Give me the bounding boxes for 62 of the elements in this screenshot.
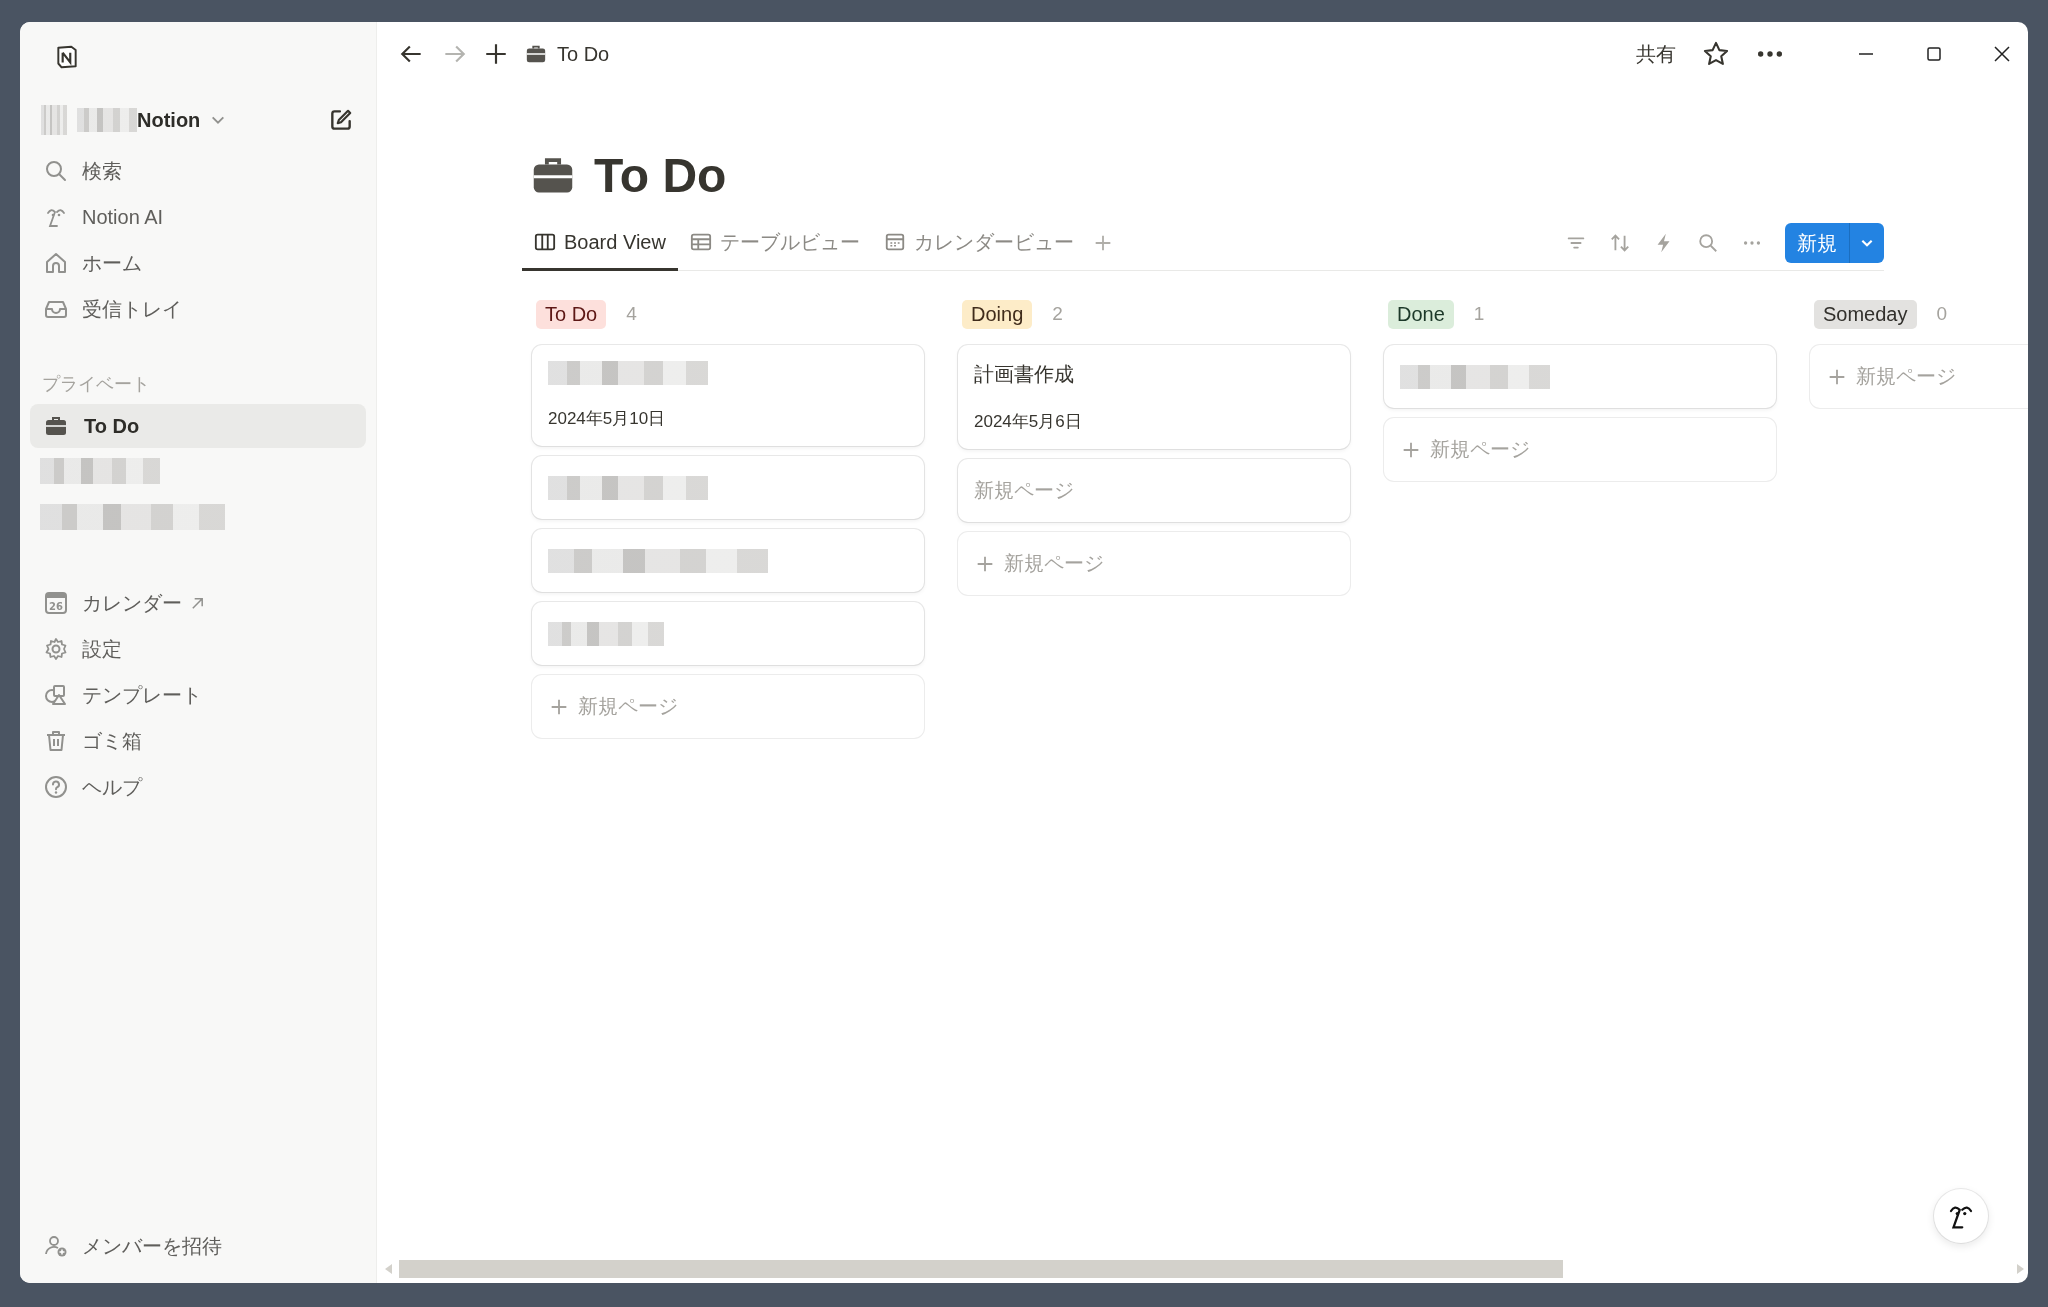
workspace-avatar	[41, 105, 67, 135]
sidebar-item[interactable]: 検索	[30, 148, 366, 194]
sidebar-item[interactable]: 26 カレンダー	[30, 580, 366, 626]
briefcase-icon	[44, 414, 68, 438]
board-card[interactable]: 2024年5月10日	[532, 345, 924, 446]
status-tag: Someday	[1814, 299, 1917, 329]
view-tab[interactable]: Board View	[522, 216, 678, 271]
search-icon	[44, 159, 68, 183]
card-title: 新規ページ	[974, 478, 1075, 503]
status-tag: Done	[1388, 299, 1454, 329]
board-card[interactable]: 計画書作成 2024年5月6日	[958, 345, 1350, 449]
sidebar-item[interactable]: 受信トレイ	[30, 286, 366, 332]
home-icon	[44, 251, 68, 275]
sidebar-item[interactable]: Notion AI	[30, 194, 366, 240]
ai-assistant-button[interactable]	[1934, 1189, 1988, 1243]
scroll-right-icon[interactable]	[2016, 1264, 2024, 1274]
board-card[interactable]	[532, 456, 924, 519]
star-icon[interactable]	[1702, 40, 1730, 68]
board-card[interactable]	[532, 529, 924, 592]
card-count: 2	[1052, 303, 1063, 325]
pixelated-text	[77, 108, 137, 132]
calendar-icon: 26	[44, 591, 68, 615]
gear-icon	[44, 637, 68, 661]
status-tag: Doing	[962, 299, 1033, 329]
help-icon	[44, 775, 68, 799]
board-card[interactable]	[532, 602, 924, 665]
briefcase-icon	[525, 43, 547, 65]
new-dropdown-button[interactable]	[1849, 223, 1884, 263]
sort-icon[interactable]	[1609, 232, 1631, 254]
workspace-name[interactable]: Notion	[137, 108, 201, 132]
invite-members-button[interactable]: メンバーを招待	[30, 1223, 366, 1269]
shapes-icon	[44, 683, 68, 707]
status-tag: To Do	[536, 299, 607, 329]
trash-icon	[44, 729, 68, 753]
sidebar-item[interactable]: 設定	[30, 626, 366, 672]
sidebar-item[interactable]: ホーム	[30, 240, 366, 286]
view-tab[interactable]: カレンダービュー	[871, 216, 1086, 271]
board-card[interactable]	[1384, 345, 1776, 408]
sidebar-item[interactable]: テンプレート	[30, 672, 366, 718]
page-title: To Do	[594, 147, 727, 203]
card-date: 2024年5月10日	[548, 408, 667, 430]
share-button[interactable]: 共有	[1636, 40, 1676, 68]
new-button[interactable]: 新規	[1785, 223, 1849, 263]
notion-logo-icon[interactable]	[54, 44, 80, 70]
breadcrumb[interactable]: To Do	[557, 42, 610, 66]
scroll-left-icon[interactable]	[385, 1264, 393, 1274]
plus-icon[interactable]	[483, 41, 509, 67]
card-date: 2024年5月6日	[974, 411, 1083, 433]
sidebar-item[interactable]: ゴミ箱	[30, 718, 366, 764]
compose-icon[interactable]	[328, 107, 354, 133]
section-label: プライベート	[41, 373, 151, 396]
card-title: 計画書作成	[974, 362, 1075, 387]
search-icon[interactable]	[1697, 232, 1719, 254]
sidebar-item[interactable]: ヘルプ	[30, 764, 366, 810]
card-count: 1	[1473, 303, 1485, 325]
add-person-icon	[44, 1234, 68, 1258]
view-tab[interactable]: テーブルビュー	[677, 216, 872, 271]
card-count: 4	[626, 303, 637, 325]
sidebar-page[interactable]: To Do	[30, 404, 366, 448]
card-count: 0	[1936, 303, 1948, 325]
scrollbar-thumb[interactable]	[399, 1260, 1563, 1278]
external-arrow-icon	[190, 595, 205, 611]
